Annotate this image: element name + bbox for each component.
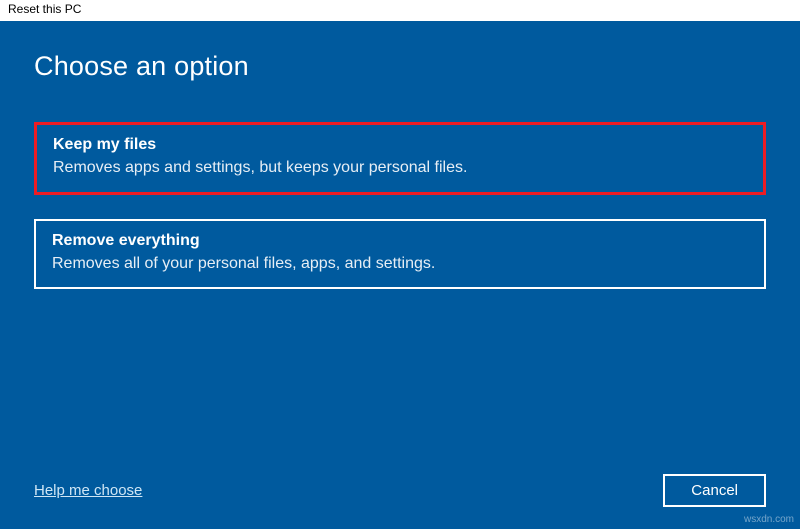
watermark: wsxdn.com bbox=[744, 514, 794, 525]
titlebar: Reset this PC bbox=[0, 0, 800, 21]
page-title: Choose an option bbox=[34, 51, 766, 82]
help-me-choose-link[interactable]: Help me choose bbox=[34, 482, 142, 499]
cancel-button[interactable]: Cancel bbox=[663, 474, 766, 507]
option-remove-everything[interactable]: Remove everything Removes all of your pe… bbox=[34, 219, 766, 290]
option-title: Remove everything bbox=[52, 232, 748, 250]
footer: Help me choose Cancel bbox=[34, 474, 766, 507]
option-description: Removes apps and settings, but keeps you… bbox=[53, 157, 747, 179]
option-title: Keep my files bbox=[53, 136, 747, 154]
option-description: Removes all of your personal files, apps… bbox=[52, 253, 748, 275]
window-title: Reset this PC bbox=[8, 2, 81, 16]
option-keep-my-files[interactable]: Keep my files Removes apps and settings,… bbox=[34, 122, 766, 195]
dialog-body: Choose an option Keep my files Removes a… bbox=[0, 21, 800, 529]
